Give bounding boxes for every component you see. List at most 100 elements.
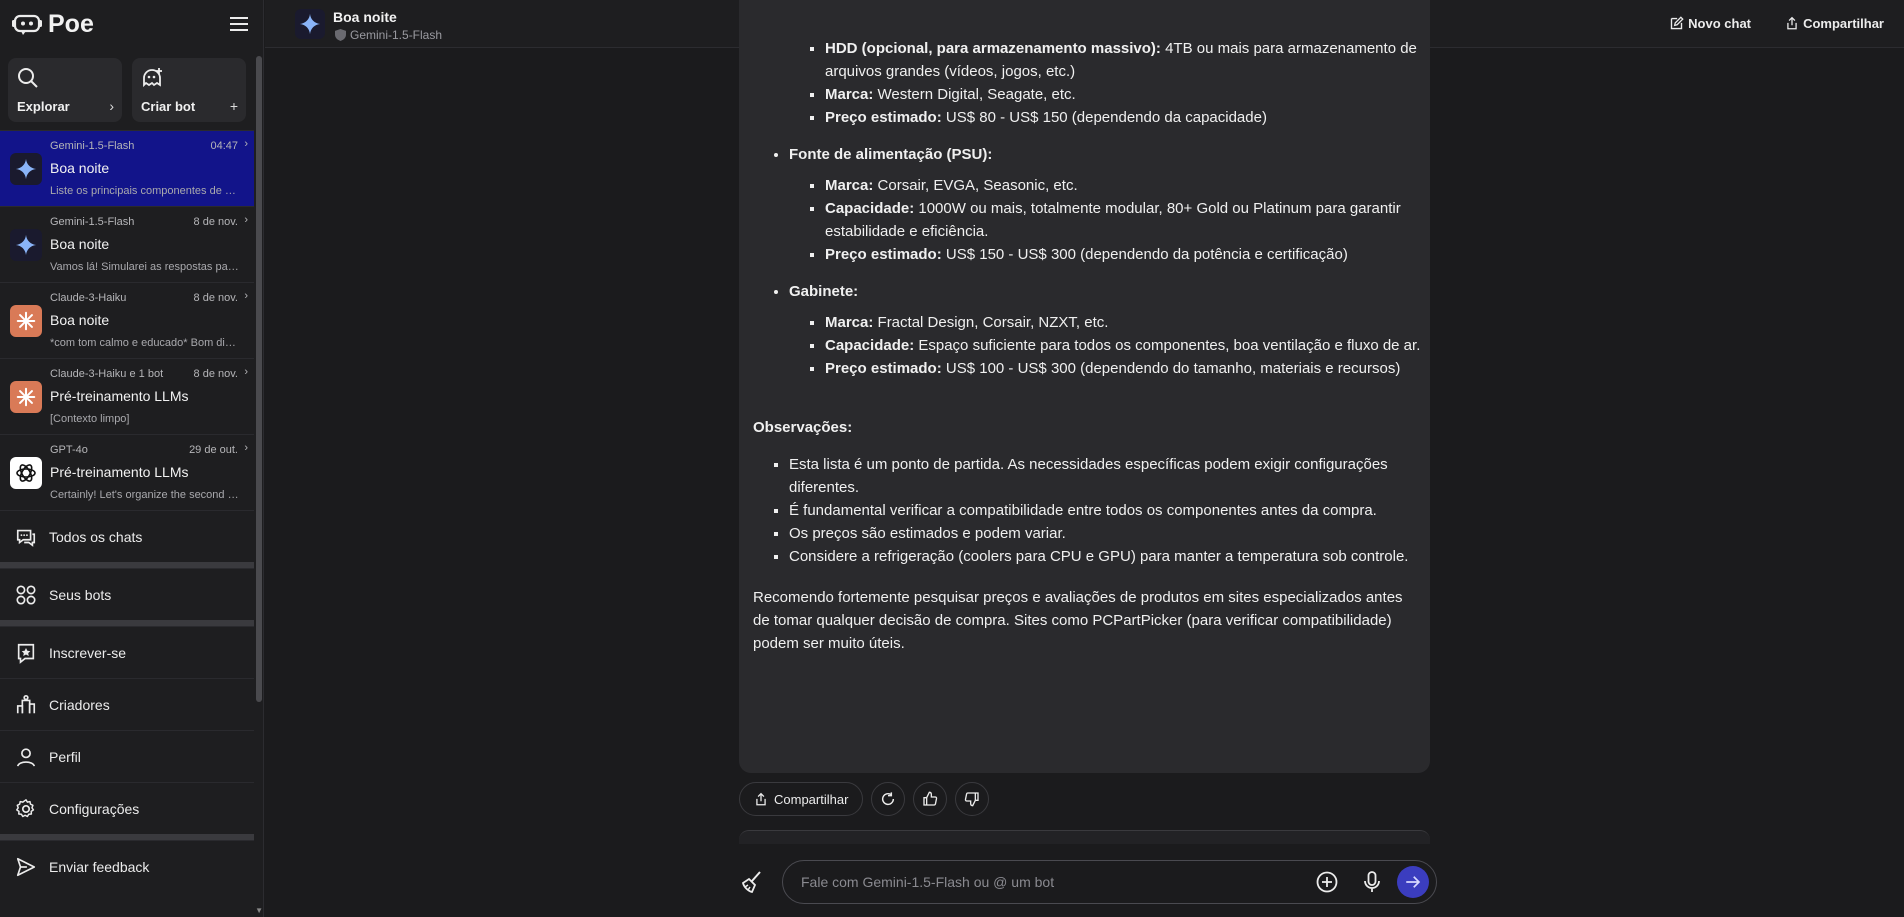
nav-label: Todos os chats	[49, 528, 143, 545]
sidebar-scrollbar[interactable]	[256, 56, 262, 702]
list-item: Marca: Fractal Design, Corsair, NZXT, et…	[825, 311, 1423, 334]
thumbs-up-icon	[923, 791, 938, 806]
section-title: Fonte de alimentação (PSU):	[789, 146, 993, 163]
menu-button[interactable]	[227, 12, 251, 36]
observations-title: Observações:	[753, 419, 853, 436]
nav-settings[interactable]: Configurações	[0, 782, 254, 834]
nav-label: Configurações	[49, 800, 140, 817]
nav-feedback[interactable]: Enviar feedback	[0, 840, 254, 892]
item-label: Marca:	[825, 314, 874, 331]
share-label: Compartilhar	[1803, 16, 1884, 31]
item-text: Espaço suficiente para todos os componen…	[914, 337, 1421, 354]
chat-item[interactable]: Gemini-1.5-Flash 8 de nov. › Boa noite V…	[0, 206, 254, 282]
chats-icon	[16, 529, 36, 547]
add-bot-icon	[143, 68, 162, 88]
chat-title: Boa noite	[50, 312, 110, 328]
chat-item[interactable]: Gemini-1.5-Flash 04:47 › Boa noite Liste…	[0, 130, 254, 206]
scroll-down-icon[interactable]: ▼	[255, 906, 263, 915]
share-label: Compartilhar	[774, 791, 849, 807]
share-message-button[interactable]: Compartilhar	[739, 782, 864, 816]
chevron-right-icon: ›	[244, 442, 248, 454]
chat-bot-name: Gemini-1.5-Flash	[50, 216, 135, 228]
nav-subscribe[interactable]: Inscrever-se	[0, 626, 254, 678]
chat-preview: Liste os principais componentes de u...	[50, 185, 240, 197]
nav-your-bots[interactable]: Seus bots	[0, 568, 254, 620]
list-item: Esta lista é um ponto de partida. As nec…	[789, 453, 1423, 499]
poe-logo[interactable]: Poe	[12, 10, 94, 39]
chat-item[interactable]: Claude-3-Haiku 8 de nov. › Boa noite *co…	[0, 282, 254, 358]
list-item: Preço estimado: US$ 150 - US$ 300 (depen…	[825, 243, 1423, 266]
list-item: Marca: Western Digital, Seagate, etc.	[825, 83, 1423, 106]
item-text: Corsair, EVGA, Seasonic, etc.	[873, 177, 1078, 194]
item-label: Marca:	[825, 177, 874, 194]
dislike-button[interactable]	[955, 782, 990, 816]
item-label: Capacidade:	[825, 337, 915, 354]
new-chat-button[interactable]: Novo chat	[1669, 16, 1751, 31]
claude-icon	[10, 305, 42, 337]
list-item: Gabinete: Marca: Fractal Design, Corsair…	[789, 280, 1423, 380]
item-text: US$ 150 - US$ 300 (dependendo da potênci…	[941, 246, 1348, 263]
send-feedback-icon	[16, 857, 36, 876]
item-label: Capacidade:	[825, 200, 915, 217]
sidebar: Poe Explorar › Criar bot + Gemini-1.5-Fl…	[0, 0, 264, 917]
nav-profile[interactable]: Perfil	[0, 730, 254, 782]
plus-icon: +	[229, 98, 238, 114]
list-item: Os preços são estimados e podem variar.	[789, 522, 1423, 545]
hamburger-icon	[230, 17, 248, 31]
refresh-icon	[882, 792, 895, 806]
chat-subtitle[interactable]: Gemini-1.5-Flash	[335, 28, 442, 42]
chat-date: 8 de nov.	[193, 292, 238, 304]
chat-preview: [Contexto limpo]	[50, 413, 130, 425]
gemini-icon	[10, 153, 42, 185]
regenerate-button[interactable]	[871, 782, 906, 816]
chat-item[interactable]: GPT-4o 29 de out. › Pré-treinamento LLMs…	[0, 434, 254, 510]
sidebar-header: Poe	[0, 0, 263, 48]
chat-title[interactable]: Boa noite	[333, 9, 397, 25]
bots-grid-icon	[16, 584, 36, 605]
share-button[interactable]: Compartilhar	[1785, 16, 1884, 31]
section-title: Gabinete:	[789, 283, 859, 300]
send-button[interactable]	[1397, 866, 1429, 898]
create-bot-label: Criar bot	[141, 99, 196, 114]
case-details: Marca: Fractal Design, Corsair, NZXT, et…	[789, 311, 1423, 380]
nav-label: Perfil	[49, 748, 81, 765]
microphone-icon[interactable]	[1360, 870, 1384, 894]
nav-label: Criadores	[49, 696, 110, 713]
chevron-right-icon: ›	[244, 214, 248, 226]
item-label: Marca:	[825, 86, 874, 103]
subscribe-star-icon	[17, 643, 35, 664]
nav-label: Inscrever-se	[49, 644, 127, 661]
chat-bot-name: Gemini-1.5-Flash	[50, 140, 135, 152]
nav-creators[interactable]: Criadores	[0, 678, 254, 730]
nav-label: Enviar feedback	[49, 858, 150, 875]
logo-text: Poe	[48, 9, 94, 38]
hdd-details: HDD (opcional, para armazenamento massiv…	[789, 37, 1423, 129]
chat-bot-name: Claude-3-Haiku	[50, 292, 127, 304]
item-text: US$ 100 - US$ 300 (dependendo do tamanho…	[941, 360, 1401, 377]
next-message-preview	[739, 830, 1430, 844]
like-button[interactable]	[913, 782, 948, 816]
list-item: HDD (opcional, para armazenamento massiv…	[825, 37, 1423, 83]
clear-context-icon[interactable]	[740, 870, 764, 894]
bot-message: HDD (opcional, para armazenamento massiv…	[739, 0, 1430, 773]
share-icon	[756, 792, 766, 805]
item-label: Preço estimado:	[825, 246, 942, 263]
chat-date: 29 de out.	[189, 444, 238, 456]
gemini-icon[interactable]	[295, 9, 325, 39]
chat-item[interactable]: Claude-3-Haiku e 1 bot 8 de nov. › Pré-t…	[0, 358, 254, 434]
item-text: Fractal Design, Corsair, NZXT, etc.	[873, 314, 1109, 331]
explore-label: Explorar	[17, 99, 70, 114]
chat-date: 8 de nov.	[193, 216, 238, 228]
chat-title: Boa noite	[50, 160, 110, 176]
claude-icon	[10, 381, 42, 413]
explore-button[interactable]: Explorar ›	[8, 58, 122, 122]
item-label: Preço estimado:	[825, 109, 942, 126]
chat-list: Gemini-1.5-Flash 04:47 › Boa noite Liste…	[0, 130, 254, 510]
add-attachment-icon[interactable]	[1315, 870, 1339, 894]
sidebar-scroll: Explorar › Criar bot + Gemini-1.5-Flash …	[0, 48, 254, 917]
chat-title: Pré-treinamento LLMs	[50, 464, 189, 480]
list-item: Capacidade: 1000W ou mais, totalmente mo…	[825, 197, 1423, 243]
chat-preview: Certainly! Let's organize the second p..…	[50, 489, 240, 501]
nav-all-chats[interactable]: Todos os chats	[0, 510, 254, 562]
create-bot-button[interactable]: Criar bot +	[132, 58, 246, 122]
